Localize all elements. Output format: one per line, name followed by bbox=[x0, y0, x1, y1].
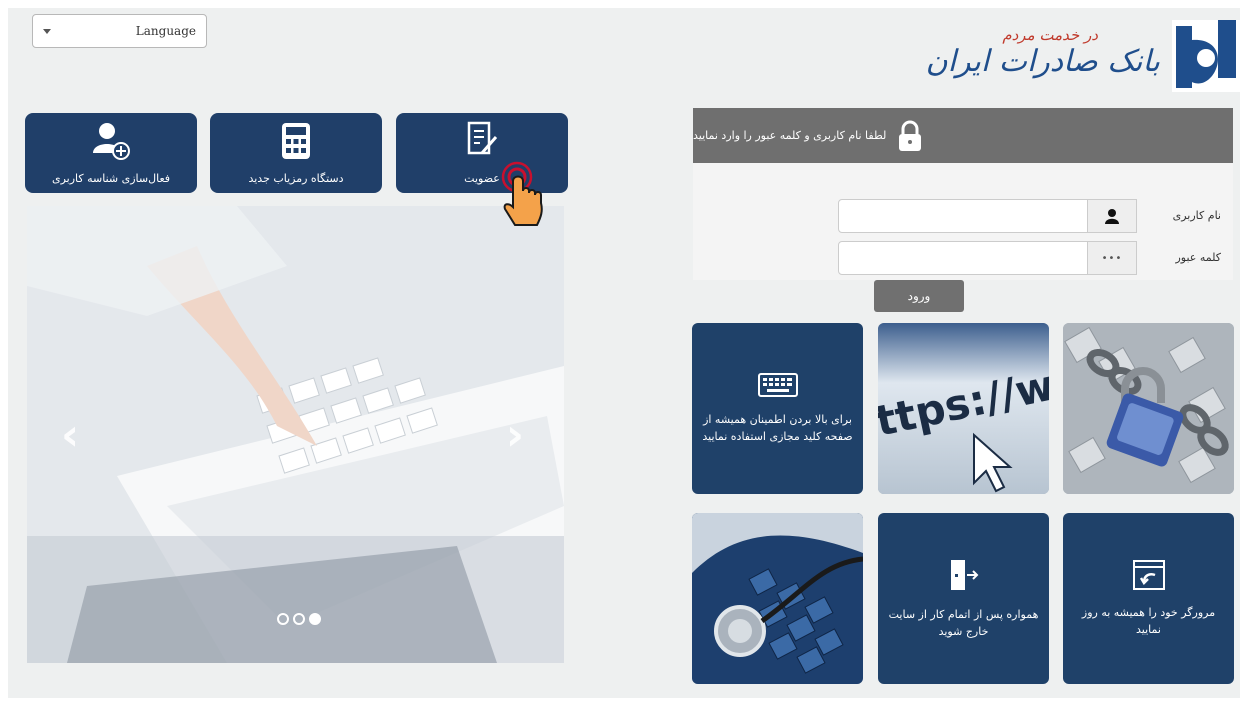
virtual-keyboard-tile[interactable]: برای بالا بردن اطمینان همیشه از صفحه کلی… bbox=[692, 323, 863, 494]
activate-user-id-label: فعال‌سازی شناسه کاربری bbox=[51, 172, 171, 185]
login-submit-button[interactable]: ورود bbox=[874, 280, 964, 312]
password-row: کلمه عبور ••• bbox=[693, 241, 1233, 275]
document-pen-icon bbox=[467, 121, 498, 155]
keyboard-icon bbox=[757, 372, 798, 397]
hand-pointer-icon bbox=[501, 161, 543, 226]
password-input[interactable] bbox=[838, 241, 1088, 275]
virtual-keyboard-text: برای بالا بردن اطمینان همیشه از صفحه کلی… bbox=[702, 412, 853, 443]
update-browser-text: مرورگر خود را همیشه به روز نمایید bbox=[1081, 605, 1216, 636]
login-instructions: لطفا نام کاربری و کلمه عبور را وارد نمای… bbox=[693, 129, 887, 142]
update-browser-tile[interactable]: مرورگر خود را همیشه به روز نمایید bbox=[1063, 513, 1234, 684]
chevron-down-icon bbox=[43, 28, 51, 34]
activate-user-id-button[interactable]: فعال‌سازی شناسه کاربری bbox=[25, 113, 197, 193]
https-address-image: ttps://w bbox=[878, 323, 1049, 494]
user-icon bbox=[1087, 199, 1137, 233]
lock-icon bbox=[899, 120, 922, 151]
stethoscope-image bbox=[692, 513, 863, 684]
username-row: نام کاربری bbox=[693, 199, 1233, 233]
bank-tagline: در خدمت مردم bbox=[1002, 26, 1098, 44]
padlock-keyboard-image-tile bbox=[1063, 323, 1234, 494]
password-dots-icon: ••• bbox=[1087, 241, 1137, 275]
login-panel: لطفا نام کاربری و کلمه عبور را وارد نمای… bbox=[693, 108, 1233, 280]
calculator-icon bbox=[282, 123, 310, 159]
carousel-laptop-image bbox=[27, 206, 564, 663]
browser-update-icon bbox=[1132, 559, 1165, 590]
password-label: کلمه عبور bbox=[1175, 251, 1221, 264]
carousel-dots bbox=[277, 613, 321, 625]
bank-name: بانک صادرات ایران bbox=[925, 44, 1160, 79]
logout-advice-tile[interactable]: همواره پس از اتمام کار از سایت خارج شوید bbox=[878, 513, 1049, 684]
username-label: نام کاربری bbox=[1172, 209, 1221, 222]
image-carousel: ‹ › bbox=[27, 206, 564, 663]
padlock-chain-image bbox=[1063, 323, 1234, 494]
carousel-dot[interactable] bbox=[277, 613, 289, 625]
stethoscope-keyboard-image-tile bbox=[692, 513, 863, 684]
language-select[interactable]: Language bbox=[32, 14, 207, 48]
login-header: لطفا نام کاربری و کلمه عبور را وارد نمای… bbox=[693, 108, 1233, 163]
carousel-prev-arrow[interactable]: ‹ bbox=[61, 409, 79, 460]
bank-logo: در خدمت مردم بانک صادرات ایران bbox=[926, 18, 1240, 96]
carousel-next-arrow[interactable]: › bbox=[506, 409, 524, 460]
carousel-dot[interactable] bbox=[293, 613, 305, 625]
register-label: عضویت bbox=[464, 172, 500, 185]
new-token-device-label: دستگاه رمزیاب جدید bbox=[248, 172, 344, 185]
logout-advice-text: همواره پس از اتمام کار از سایت خارج شوید bbox=[888, 607, 1039, 638]
language-label: Language bbox=[135, 24, 196, 38]
username-input[interactable] bbox=[838, 199, 1088, 233]
door-exit-icon bbox=[950, 559, 978, 590]
new-token-device-button[interactable]: دستگاه رمزیاب جدید bbox=[210, 113, 382, 193]
user-add-icon bbox=[93, 123, 130, 160]
carousel-dot-active[interactable] bbox=[309, 613, 321, 625]
https-image-tile: ttps://w bbox=[878, 323, 1049, 494]
bank-logo-icon bbox=[1172, 20, 1240, 92]
login-form: نام کاربری کلمه عبور ••• bbox=[693, 163, 1233, 280]
